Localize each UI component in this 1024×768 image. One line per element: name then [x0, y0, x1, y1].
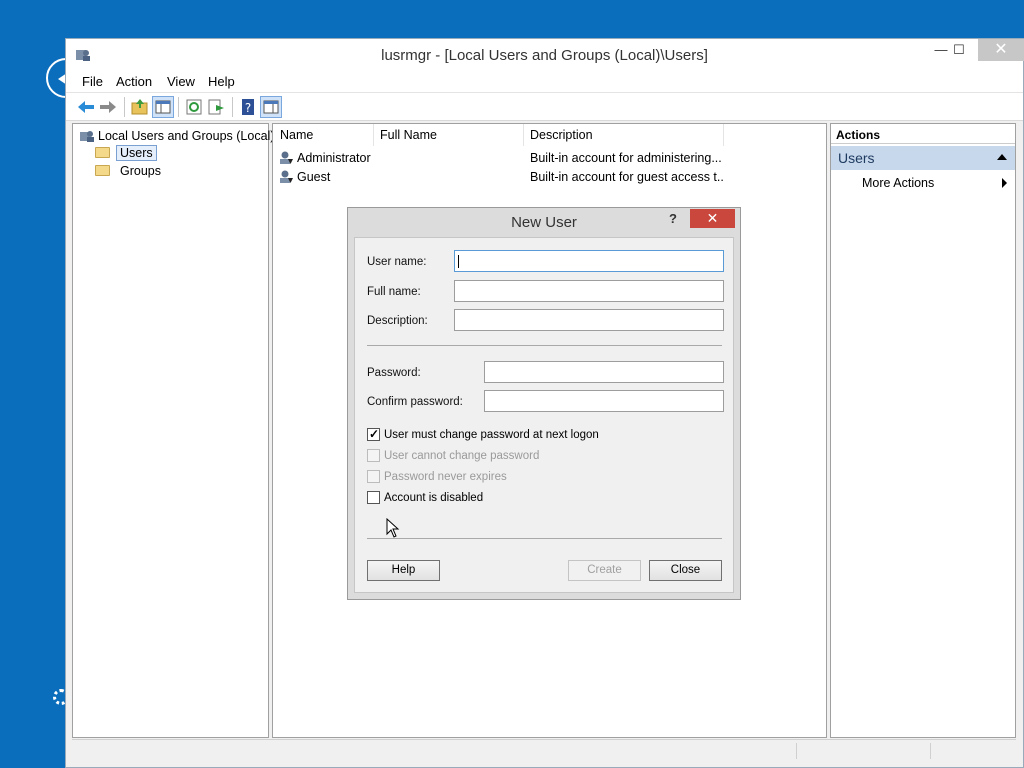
close-window-button[interactable]: ✕: [978, 39, 1024, 61]
checkbox-box[interactable]: [367, 491, 380, 504]
actions-section-users[interactable]: Users: [831, 146, 1015, 170]
tree-item-groups[interactable]: Groups: [95, 162, 161, 179]
column-header-full-name[interactable]: Full Name: [380, 128, 437, 142]
dialog-title: New User: [511, 214, 577, 231]
user-icon: [280, 151, 293, 164]
menu-file[interactable]: File: [82, 74, 103, 89]
maximize-button[interactable]: ☐: [942, 39, 976, 61]
description-label: Description:: [367, 315, 428, 327]
account-disabled-checkbox[interactable]: Account is disabled: [367, 490, 483, 505]
create-button[interactable]: Create: [568, 560, 641, 581]
status-bar: [72, 739, 1016, 761]
checkbox-box[interactable]: [367, 449, 380, 462]
checkbox-box[interactable]: [367, 470, 380, 483]
dialog-help-button[interactable]: ?: [669, 211, 677, 226]
menu-bar: File Action View Help: [66, 71, 1023, 93]
close-button[interactable]: Close: [649, 560, 722, 581]
cannot-change-password-checkbox[interactable]: User cannot change password: [367, 448, 539, 463]
window-title: lusrmgr - [Local Users and Groups (Local…: [381, 47, 708, 64]
user-description-cell: Built-in account for guest access t...: [530, 170, 725, 184]
status-divider: [930, 743, 931, 759]
console-tree-pane: Local Users and Groups (Local) Users Gro…: [72, 123, 274, 738]
export-list-icon[interactable]: [206, 97, 226, 117]
tree-item-users-label: Users: [116, 144, 157, 161]
toolbar: ?: [66, 93, 1023, 121]
menu-help[interactable]: Help: [208, 74, 235, 89]
checkbox-label: Account is disabled: [384, 491, 484, 504]
dialog-body: User name: Full name: Description: Passw…: [354, 237, 734, 593]
menu-action[interactable]: Action: [116, 74, 152, 89]
actions-header: Actions: [831, 124, 1015, 144]
title-bar[interactable]: lusrmgr - [Local Users and Groups (Local…: [66, 39, 1024, 71]
user-name-label: User name:: [367, 256, 427, 268]
show-hide-action-pane-icon[interactable]: [260, 96, 282, 118]
column-divider[interactable]: [523, 124, 524, 146]
folder-icon: [95, 147, 110, 158]
help-icon[interactable]: ?: [238, 97, 258, 117]
submenu-arrow-icon[interactable]: [1002, 178, 1007, 188]
checkbox-label: User must change password at next logon: [384, 428, 599, 441]
table-row[interactable]: Guest Built-in account for guest access …: [279, 168, 819, 186]
checkbox-label: User cannot change password: [384, 449, 540, 462]
confirm-password-label: Confirm password:: [367, 396, 463, 408]
back-arrow-icon[interactable]: [76, 97, 96, 117]
folder-icon: [95, 165, 110, 176]
tree-root-label: Local Users and Groups (Local): [98, 128, 275, 143]
checkbox-box[interactable]: [367, 427, 380, 441]
user-name-cell: Administrator: [297, 151, 371, 165]
must-change-password-checkbox[interactable]: User must change password at next logon: [367, 427, 599, 442]
user-icon: [280, 170, 293, 183]
menu-view[interactable]: View: [167, 74, 195, 89]
checkbox-label: Password never expires: [384, 470, 507, 483]
mouse-cursor-icon: [386, 518, 400, 538]
actions-pane: Actions Users More Actions: [830, 123, 1016, 738]
status-divider: [796, 743, 797, 759]
forward-arrow-icon[interactable]: [98, 97, 118, 117]
svg-text:?: ?: [245, 101, 251, 115]
dialog-separator: [367, 345, 722, 346]
tree-item-users[interactable]: Users: [95, 144, 157, 161]
toolbar-separator: [124, 97, 125, 117]
description-input[interactable]: [454, 309, 724, 331]
column-header-name[interactable]: Name: [280, 128, 313, 142]
password-never-expires-checkbox[interactable]: Password never expires: [367, 469, 507, 484]
refresh-icon[interactable]: [184, 97, 204, 117]
collapse-arrow-icon[interactable]: [997, 154, 1007, 160]
show-hide-tree-icon[interactable]: [152, 96, 174, 118]
more-actions-item[interactable]: More Actions: [862, 176, 934, 190]
new-user-dialog: New User ? ✕ User name: Full name: Descr…: [347, 207, 741, 600]
tree-item-groups-label: Groups: [120, 163, 161, 178]
column-divider[interactable]: [373, 124, 374, 146]
user-name-input[interactable]: [454, 250, 724, 272]
actions-section-label: Users: [838, 150, 875, 166]
column-header-description[interactable]: Description: [530, 128, 593, 142]
full-name-input[interactable]: [454, 280, 724, 302]
dialog-close-button[interactable]: ✕: [690, 209, 735, 228]
password-label: Password:: [367, 367, 421, 379]
toolbar-separator: [232, 97, 233, 117]
confirm-password-input[interactable]: [484, 390, 724, 412]
table-row[interactable]: Administrator Built-in account for admin…: [279, 149, 819, 167]
tree-root-local-users-and-groups[interactable]: Local Users and Groups (Local): [79, 127, 274, 144]
users-groups-icon: [80, 130, 94, 142]
full-name-label: Full name:: [367, 286, 421, 298]
user-name-cell: Guest: [297, 170, 331, 184]
toolbar-separator: [178, 97, 179, 117]
dialog-separator: [367, 538, 722, 539]
column-divider[interactable]: [723, 124, 724, 146]
help-button[interactable]: Help: [367, 560, 440, 581]
user-description-cell: Built-in account for administering...: [530, 151, 722, 165]
up-folder-icon[interactable]: [130, 97, 150, 117]
password-input[interactable]: [484, 361, 724, 383]
text-caret: [458, 255, 459, 268]
